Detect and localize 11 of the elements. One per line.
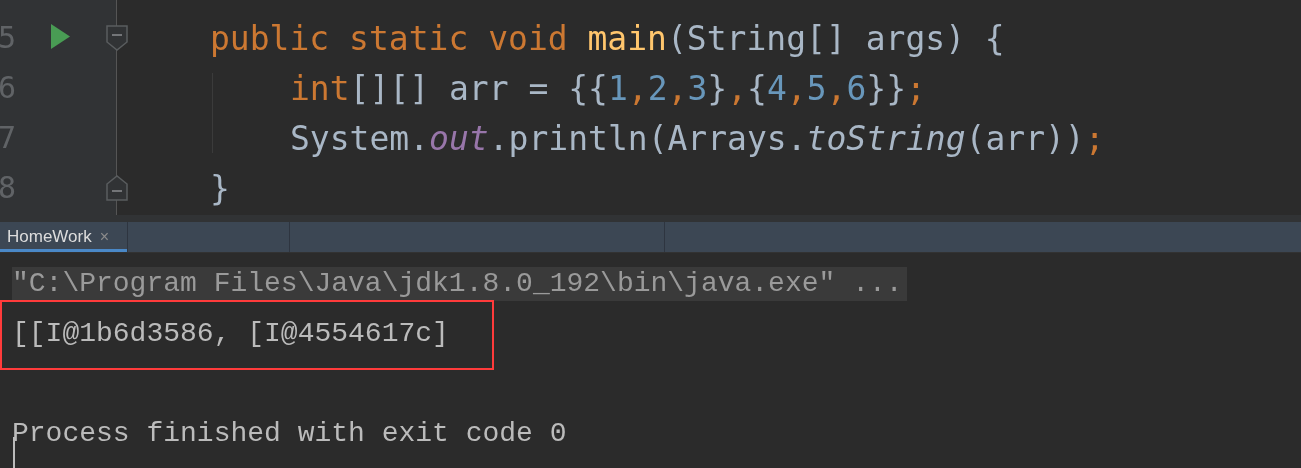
code-line: public static void main(String[] args) {	[210, 21, 1005, 55]
run-icon[interactable]	[51, 24, 70, 49]
code-line: int[][] arr = {{1,2,3},{4,5,6}};	[290, 71, 926, 105]
text-cursor	[13, 437, 15, 468]
code-line: }	[210, 171, 230, 205]
run-tab[interactable]: HomeWork ×	[0, 222, 128, 252]
fold-icon[interactable]	[106, 25, 128, 51]
console-output: Process finished with exit code 0	[12, 417, 567, 451]
console-output: [[I@1b6d3586, [I@4554617c]	[12, 317, 449, 351]
fold-icon[interactable]	[106, 175, 128, 201]
code-line: System.out.println(Arrays.toString(arr));	[290, 121, 1105, 155]
